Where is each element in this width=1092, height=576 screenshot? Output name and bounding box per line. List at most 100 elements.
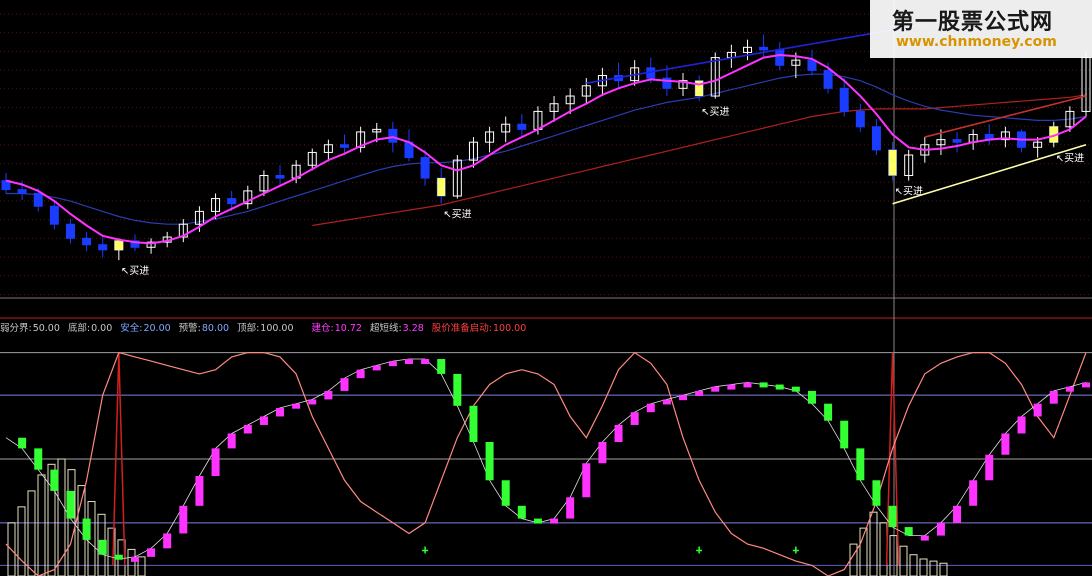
falling-bar [824,403,833,421]
histogram-bar [137,556,146,576]
candle-body [227,198,237,205]
candle-body [340,144,350,148]
histogram-bar [849,543,858,576]
rising-bar [388,361,397,367]
candle-body [17,189,27,194]
falling-bar [517,505,526,519]
legend-item: 顶部:100.00 [237,323,297,334]
rising-bar [566,497,575,519]
candle-body [420,157,430,179]
legend-label: 预警: [178,323,201,334]
candle-body [388,128,398,143]
histogram-bar [869,511,878,576]
rising-bar [1017,416,1026,434]
rising-bar [404,359,413,365]
legend-item: 超短线:3.28 [370,323,428,334]
falling-bar [66,490,75,519]
rising-bar [179,505,188,534]
rising-bar [711,386,720,392]
candle-body [517,123,527,130]
legend-item: 预警:80.00 [179,323,233,334]
rising-bar [1033,403,1042,417]
rising-bar [630,412,639,425]
buy-label: ↖买进 [895,186,923,198]
stock-chart: ↖买进 ↖买进 ↖买进 ↖买进 ↖买进 [0,0,1092,576]
falling-bar [501,480,510,506]
watermark-url: www.chnmoney.com [896,34,1057,50]
legend-label: 超短线: [369,323,402,334]
up-marker [422,546,429,554]
rising-bar [662,399,671,405]
histogram-bar [127,548,136,576]
candle-body [952,139,962,143]
histogram-bar [879,522,888,576]
rising-bar [1082,382,1090,388]
legend-item: 建仓:10.72 [312,323,366,334]
ma-fast-line [5,53,1087,245]
falling-bar [904,527,913,536]
candle-body [855,110,865,128]
rising-bar [646,403,655,413]
falling-bar [872,480,881,506]
falling-bar [34,448,43,470]
buy-candle [437,178,446,197]
rising-bar [1065,386,1074,392]
rising-bar [211,448,220,477]
rising-bar [727,384,736,390]
up-marker [792,546,799,554]
falling-bar [856,448,865,481]
buy-label: ↖买进 [701,106,729,118]
falling-bar [50,469,59,491]
legend-value: 20.00 [143,323,171,334]
legend-value: 100.00 [493,323,527,334]
legend-item: 安全:20.00 [120,323,174,334]
candle-body [775,49,785,66]
legend-item: 股价准备启动:100.00 [432,323,530,334]
rising-bar [582,463,591,498]
rising-bar [195,476,204,506]
rising-bar [372,365,381,371]
rising-bar [1001,433,1010,455]
falling-bar [453,373,462,406]
rising-bar [356,369,365,379]
rising-bar [550,518,559,524]
legend-value: 80.00 [201,323,230,334]
buy-label: ↖买进 [443,209,471,221]
candle-body [807,59,817,71]
falling-bar [533,518,542,524]
rising-bar [163,533,172,549]
candle-body [33,192,43,207]
up-marker [696,546,703,554]
candle-body [823,69,833,89]
rising-bar [130,556,139,562]
falling-bar [98,539,107,555]
legend-item: 底部:0.00 [68,323,116,334]
legend-label: 弱分界: [0,323,32,334]
falling-bar [437,359,446,374]
legend-item: 弱分界:50.00 [0,323,64,334]
indicator-legend: 弱分界:50.00 底部:0.00 安全:20.00 预警:80.00 顶部:100.0… [0,320,534,334]
falling-bar [485,441,494,481]
legend-value: 10.72 [334,323,362,334]
rising-bar [1049,390,1058,404]
falling-bar [775,384,784,390]
legend-value: 100.00 [260,323,294,334]
histogram-bar [929,560,938,576]
falling-bar [807,390,816,404]
watermark-title: 第一股票公式网 [892,10,1054,35]
buy-candle [114,240,123,250]
rising-bar [936,522,945,536]
rising-bar [292,403,301,409]
rising-bar [308,399,317,405]
histogram-bar [899,545,908,576]
falling-bar [114,554,123,560]
falling-bar [888,505,897,528]
rising-bar [695,390,704,396]
histogram-bar [37,474,46,576]
rising-bar [243,424,252,434]
candle-body [871,126,881,151]
legend-label: 底部: [67,323,91,334]
histogram-bar [27,490,36,576]
buy-label: ↖买进 [121,265,149,277]
falling-bar [82,518,91,540]
